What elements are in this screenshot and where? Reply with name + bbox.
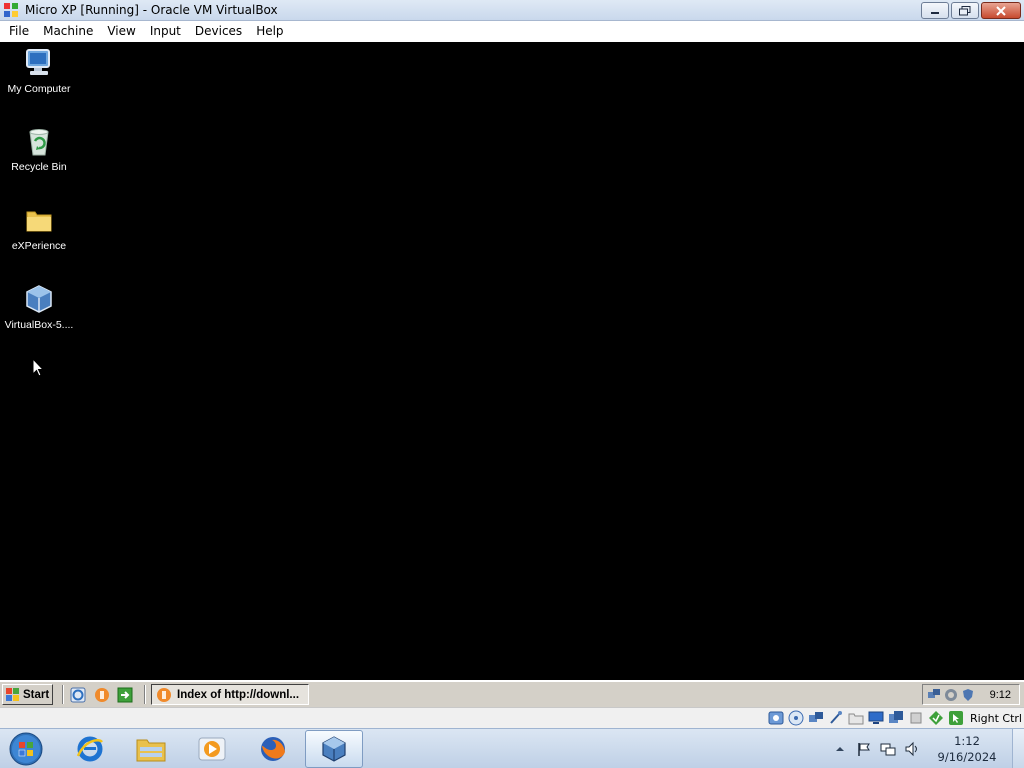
pinned-firefox[interactable] — [244, 730, 302, 768]
pinned-media-player[interactable] — [183, 730, 241, 768]
quick-launch-separator — [144, 685, 146, 704]
start-button[interactable]: Start — [2, 684, 53, 705]
pinned-internet-explorer[interactable] — [61, 730, 119, 768]
vbox-status-bar: Right Ctrl — [0, 707, 1024, 728]
pinned-virtualbox[interactable] — [305, 730, 363, 768]
desktop-icon-recycle-bin[interactable]: Recycle Bin — [0, 124, 78, 173]
host-key-label[interactable]: Right Ctrl — [970, 712, 1022, 725]
network-icon[interactable] — [880, 741, 896, 757]
menu-help[interactable]: Help — [249, 21, 290, 42]
host-clock-date: 9/16/2024 — [937, 750, 997, 764]
internet-explorer-icon — [76, 736, 103, 762]
host-clock-time: 1:12 — [954, 734, 980, 748]
close-button[interactable] — [981, 2, 1021, 19]
orange-browser-icon — [157, 687, 171, 702]
ie-icon[interactable] — [70, 687, 86, 703]
host-notification-area: 1:12 9/16/2024 — [828, 729, 1024, 768]
optical-drive-icon[interactable] — [788, 710, 804, 726]
firefox-icon — [261, 737, 285, 761]
media-player-icon — [198, 737, 226, 761]
window-titlebar[interactable]: Micro XP [Running] - Oracle VM VirtualBo… — [0, 0, 1024, 21]
start-label: Start — [23, 688, 50, 701]
security-icon[interactable] — [944, 688, 958, 702]
host-clock[interactable]: 1:12 9/16/2024 — [932, 733, 1002, 765]
orange-browser-icon[interactable] — [94, 687, 110, 703]
shared-folder-icon[interactable] — [848, 710, 864, 726]
window-title: Micro XP [Running] - Oracle VM VirtualBo… — [25, 3, 278, 17]
desktop-icon-label: eXPerience — [11, 240, 67, 252]
menu-machine[interactable]: Machine — [36, 21, 100, 42]
guest-clock[interactable]: 9:12 — [990, 689, 1011, 701]
desktop-icon-label: My Computer — [7, 83, 71, 95]
desktop-icon-label: Recycle Bin — [11, 161, 67, 173]
action-center-flag-icon[interactable] — [856, 741, 872, 757]
desktop-icon-virtualbox-installer[interactable]: VirtualBox-5.... — [0, 282, 78, 331]
minimize-icon — [931, 11, 939, 14]
hard-disk-icon[interactable] — [768, 710, 784, 726]
volume-icon[interactable] — [904, 741, 920, 757]
show-desktop-button[interactable] — [1012, 729, 1024, 768]
cpu-icon[interactable] — [908, 710, 924, 726]
close-icon — [996, 5, 1006, 16]
recycle-bin-icon — [29, 129, 49, 156]
guest-desktop[interactable]: My Computer Recycle Bin eXPerience Virtu… — [0, 42, 1024, 680]
virtualization-icon[interactable] — [928, 710, 944, 726]
taskbar-button-index[interactable]: Index of http://downl... — [151, 684, 309, 705]
network-adapter-icon[interactable] — [808, 710, 824, 726]
minimize-button[interactable] — [921, 2, 949, 19]
shield-icon[interactable] — [961, 688, 975, 702]
usb-icon[interactable] — [828, 710, 844, 726]
windows-explorer-icon — [136, 739, 166, 762]
folder-icon — [26, 211, 52, 232]
desktop-icon-label: VirtualBox-5.... — [4, 319, 74, 331]
taskbar-button-label: Index of http://downl... — [177, 688, 300, 701]
my-computer-icon — [26, 49, 50, 75]
desktop-icon-experience[interactable]: eXPerience — [0, 203, 78, 252]
menu-devices[interactable]: Devices — [188, 21, 249, 42]
network-icon[interactable] — [927, 688, 941, 702]
windows-start-orb-icon[interactable] — [7, 731, 45, 767]
menu-file[interactable]: File — [2, 21, 36, 42]
guest-taskbar: Start Index of http://downl... 9:12 — [0, 680, 1024, 707]
windows-flag-icon — [6, 688, 19, 701]
mouse-cursor-icon — [32, 358, 44, 377]
guest-system-tray: 9:12 — [922, 684, 1020, 705]
menu-input[interactable]: Input — [143, 21, 188, 42]
menu-bar: File Machine View Input Devices Help — [0, 21, 1024, 42]
quick-launch-separator — [62, 685, 64, 704]
display-icon[interactable] — [868, 710, 884, 726]
host-taskbar: 1:12 9/16/2024 — [0, 728, 1024, 768]
virtualbox-app-icon — [4, 3, 18, 17]
mouse-integration-icon[interactable] — [948, 710, 964, 726]
virtualbox-icon — [322, 736, 346, 762]
show-desktop-arrow-icon[interactable] — [117, 687, 133, 703]
video-capture-icon[interactable] — [888, 710, 904, 726]
menu-view[interactable]: View — [100, 21, 142, 42]
restore-button[interactable] — [951, 2, 979, 19]
desktop-icon-my-computer[interactable]: My Computer — [0, 46, 78, 95]
pinned-windows-explorer[interactable] — [122, 730, 180, 768]
show-hidden-icons-icon[interactable] — [832, 741, 848, 757]
virtualbox-installer-icon — [26, 285, 52, 313]
restore-icon — [959, 5, 971, 15]
